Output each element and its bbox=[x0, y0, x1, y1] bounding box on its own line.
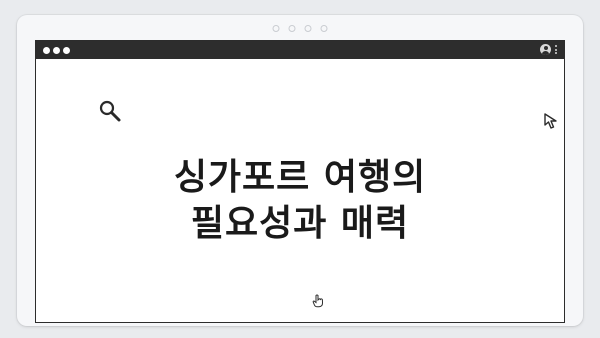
browser-titlebar bbox=[36, 41, 564, 59]
browser-window: 싱가포르 여행의 필요성과 매력 bbox=[35, 40, 565, 323]
page-headline: 싱가포르 여행의 필요성과 매력 bbox=[36, 155, 564, 247]
camera-dots bbox=[272, 25, 328, 32]
cursor-arrow-icon bbox=[544, 113, 557, 129]
camera-dot bbox=[304, 25, 312, 32]
kebab-menu-icon[interactable] bbox=[555, 45, 557, 54]
close-window-button[interactable] bbox=[43, 47, 50, 54]
device-frame: 싱가포르 여행의 필요성과 매력 bbox=[17, 15, 583, 326]
maximize-window-button[interactable] bbox=[63, 47, 70, 54]
camera-dot bbox=[320, 25, 328, 32]
minimize-window-button[interactable] bbox=[53, 47, 60, 54]
camera-dot bbox=[272, 25, 280, 32]
headline-line-1: 싱가포르 여행의 bbox=[173, 157, 427, 198]
hand-pointer-icon bbox=[312, 294, 324, 308]
titlebar-actions bbox=[540, 44, 557, 55]
search-icon bbox=[99, 100, 121, 122]
headline-line-2: 필요성과 매력 bbox=[190, 203, 410, 244]
window-controls bbox=[43, 47, 70, 54]
profile-icon[interactable] bbox=[540, 44, 551, 55]
camera-dot bbox=[288, 25, 296, 32]
